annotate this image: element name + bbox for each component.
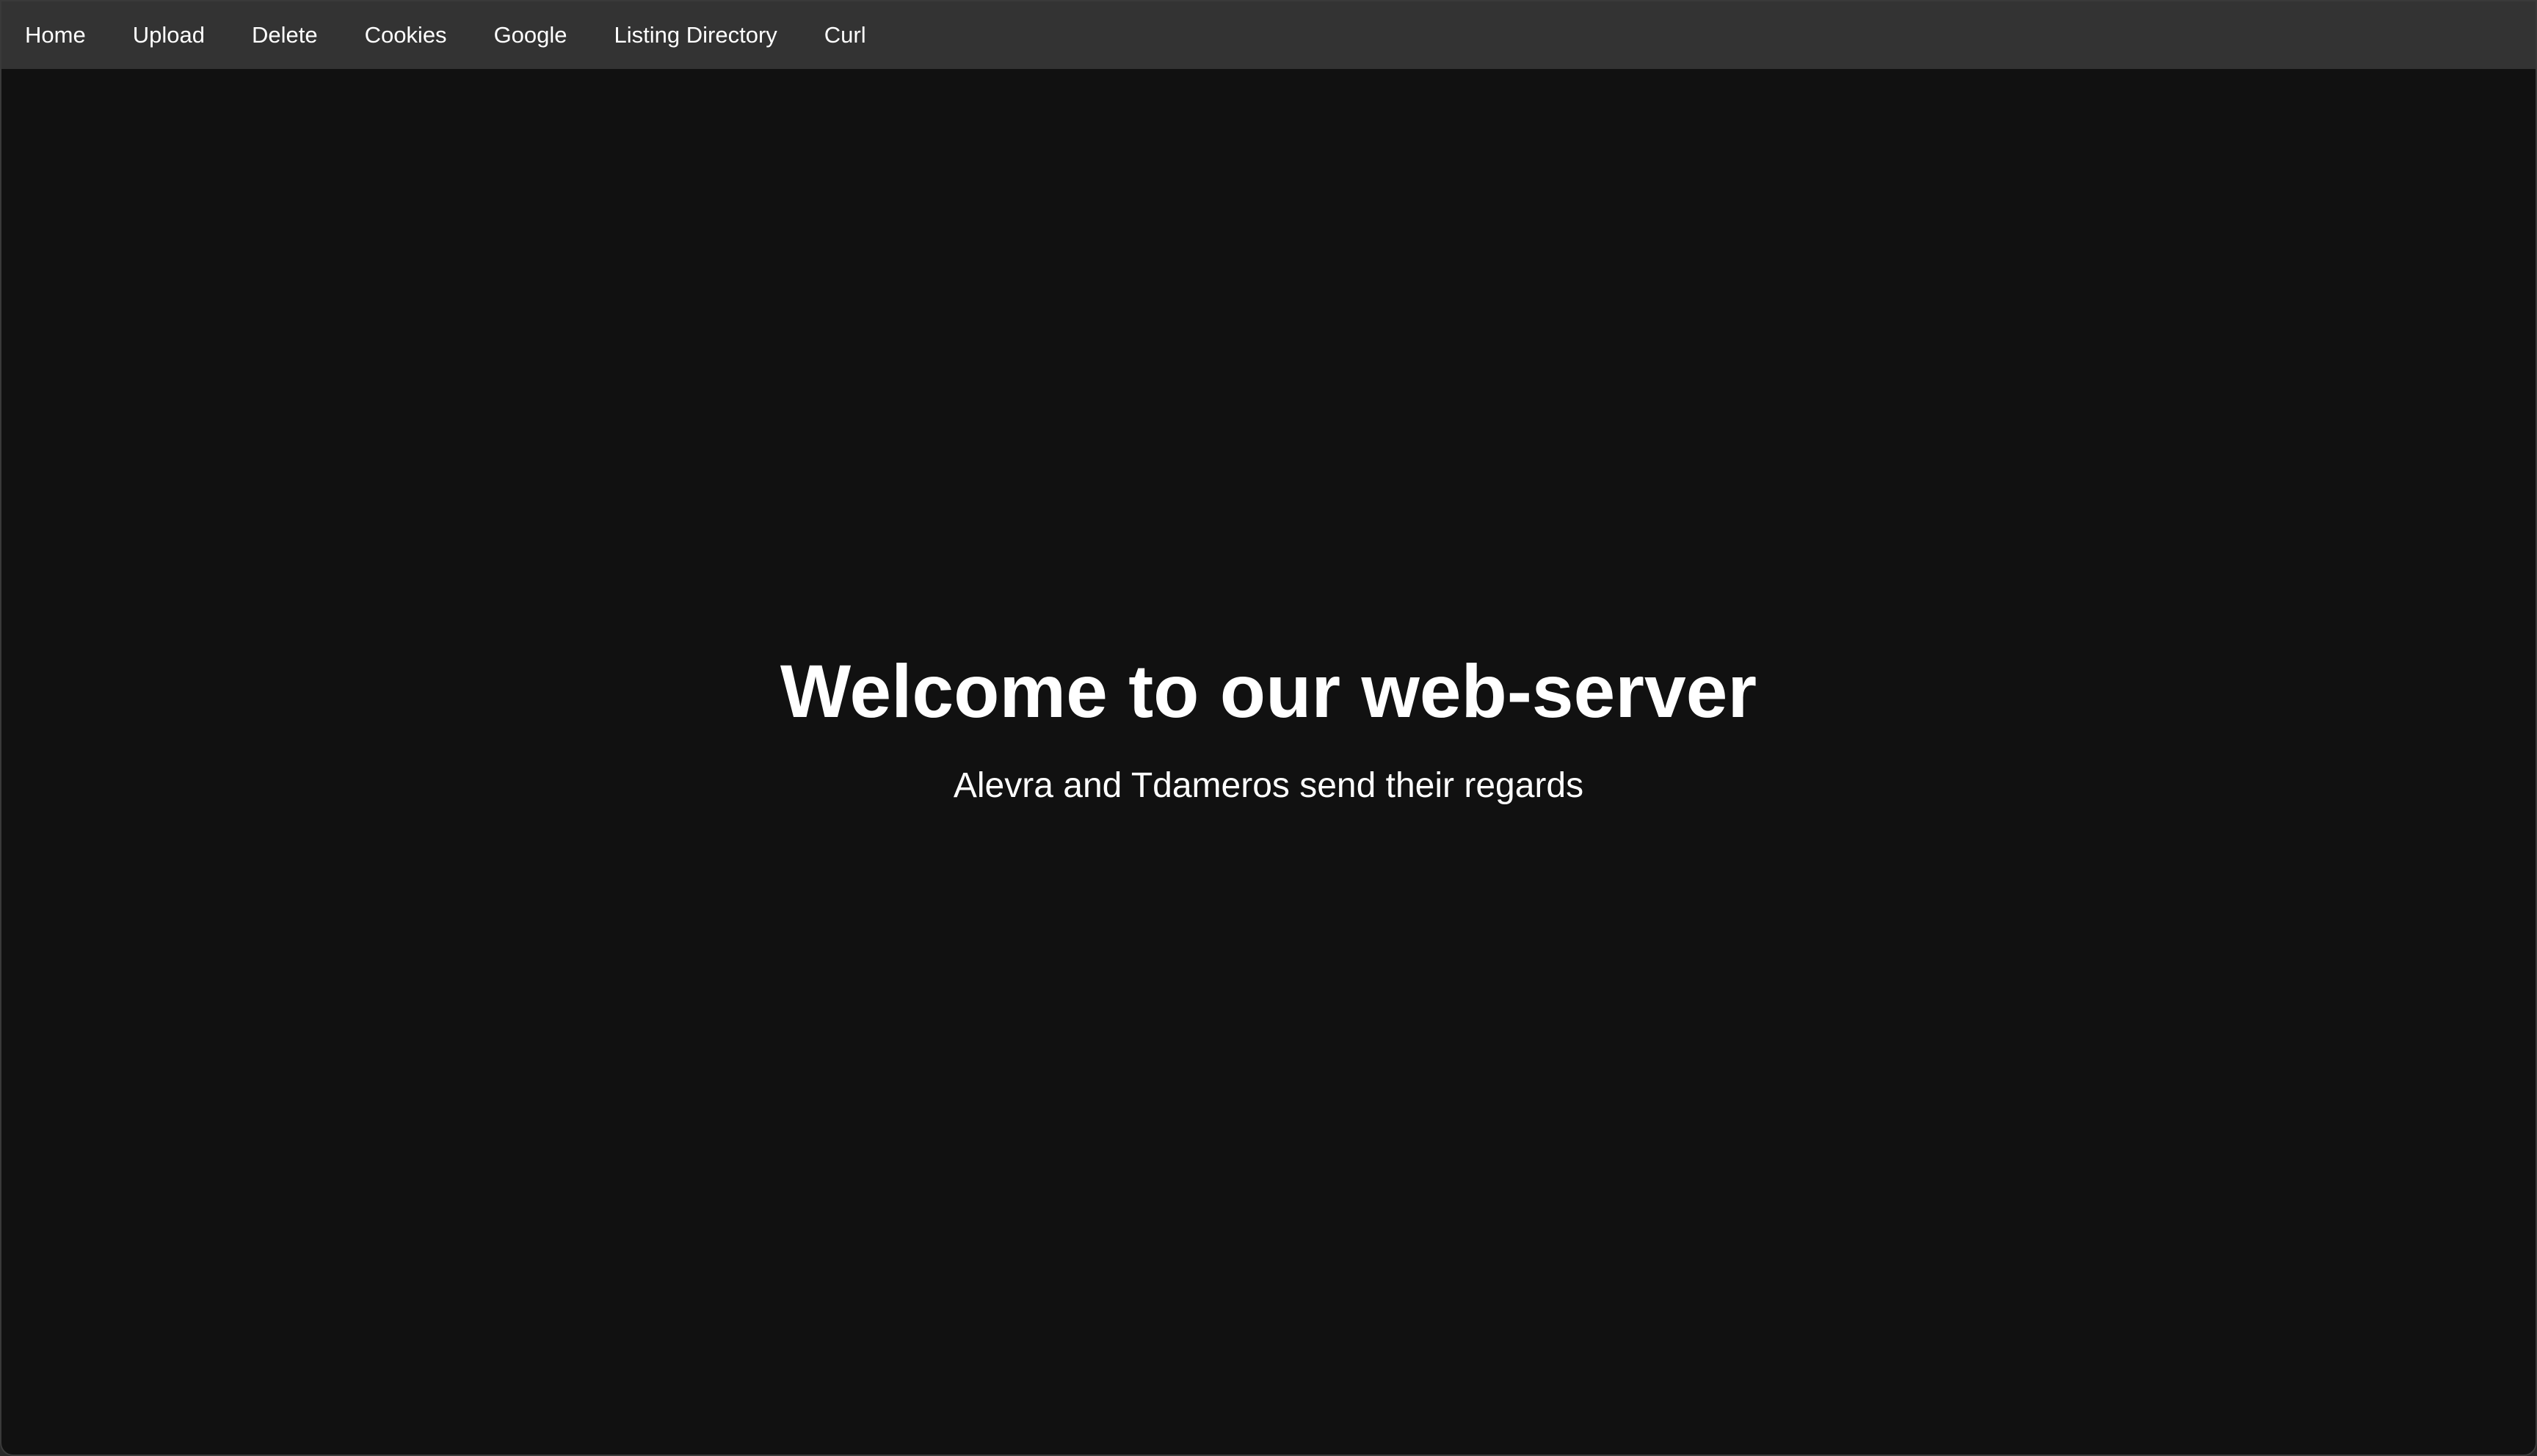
- nav-curl-link[interactable]: Curl: [801, 1, 890, 69]
- page-title: Welcome to our web-server: [780, 649, 1757, 733]
- page-subtitle: Alevra and Tdameros send their regards: [953, 766, 1584, 805]
- browser-viewport: Home Upload Delete Cookies Google Listin…: [0, 0, 2537, 1456]
- nav-cookies-link[interactable]: Cookies: [341, 1, 471, 69]
- top-navbar: Home Upload Delete Cookies Google Listin…: [1, 1, 2536, 69]
- nav-upload-link[interactable]: Upload: [109, 1, 228, 69]
- nav-home-link[interactable]: Home: [1, 1, 109, 69]
- nav-google-link[interactable]: Google: [471, 1, 591, 69]
- nav-delete-link[interactable]: Delete: [228, 1, 341, 69]
- hero-section: Welcome to our web-server Alevra and Tda…: [1, 640, 2536, 812]
- nav-listing-directory-link[interactable]: Listing Directory: [591, 1, 801, 69]
